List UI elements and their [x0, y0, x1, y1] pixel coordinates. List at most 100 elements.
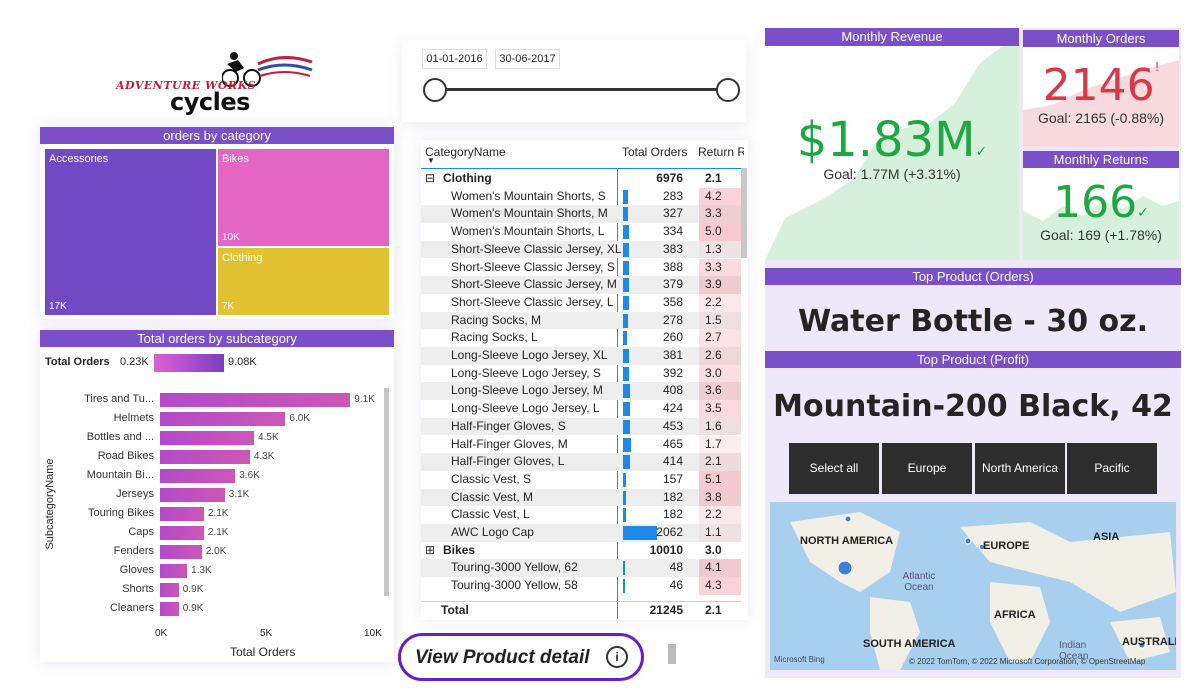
x-tick: 10K — [364, 628, 382, 639]
slider-start-handle[interactable] — [423, 78, 447, 102]
table-row[interactable]: Long-Sleeve Logo Jersey, S 392 3.0 — [421, 364, 741, 383]
bar[interactable] — [160, 393, 351, 407]
map-label: AUSTRALIA — [1122, 636, 1176, 648]
table-row[interactable]: Long-Sleeve Logo Jersey, L 424 3.5 — [421, 400, 741, 418]
table-row[interactable]: Short-Sleeve Classic Jersey, S 388 3.3 — [421, 258, 741, 277]
bar-category-label: Shorts — [122, 583, 154, 595]
table-row[interactable]: Short-Sleeve Classic Jersey, L 358 2.2 — [421, 293, 741, 312]
bar[interactable] — [160, 564, 188, 578]
revenue-title: Monthly Revenue — [765, 28, 1019, 46]
bar[interactable] — [160, 431, 255, 445]
table-row[interactable]: Half-Finger Gloves, L 414 2.1 — [421, 453, 741, 471]
legend-min: 0.23K — [120, 356, 149, 368]
region-button-select-all[interactable]: Select all — [789, 443, 879, 494]
bar[interactable] — [160, 488, 225, 502]
treemap-tile-clothing[interactable]: Clothing 7K — [218, 248, 389, 315]
bar[interactable] — [160, 507, 204, 521]
cell-return-rate: 3.6 — [705, 383, 722, 398]
end-date-input[interactable]: 30-06-2017 — [495, 49, 560, 69]
region-button-north-america[interactable]: North America — [975, 443, 1065, 494]
slider-track — [435, 88, 728, 91]
bar-category-label: Caps — [128, 526, 154, 538]
cell-return-rate: 1.7 — [705, 436, 722, 451]
bar-category-label: Bottles and ... — [86, 431, 154, 443]
table-group-row[interactable]: ⊞ Bikes 10010 3.0 — [421, 542, 741, 560]
table-row[interactable]: Women's Mountain Shorts, L 334 5.0 — [421, 223, 741, 241]
total-label: Total — [441, 603, 469, 617]
map-label: AFRICA — [994, 609, 1036, 621]
scroll-handle[interactable] — [668, 644, 676, 664]
start-date-input[interactable]: 01-01-2016 — [422, 49, 487, 69]
date-range-slicer[interactable]: 01-01-2016 30-06-2017 — [402, 40, 746, 122]
table-row[interactable]: Women's Mountain Shorts, M 327 3.3 — [421, 205, 741, 224]
table-row[interactable]: Racing Socks, M 278 1.5 — [421, 311, 741, 330]
vertical-scrollbar[interactable] — [741, 168, 747, 258]
returns-value: 166✓ — [1053, 177, 1149, 228]
treemap-value: 10K — [222, 232, 240, 243]
map-label: EUROPE — [983, 540, 1030, 552]
top-product-orders-card: Top Product (Orders) Water Bottle - 30 o… — [765, 268, 1181, 348]
bar-value-label: 3.6K — [239, 470, 260, 481]
bar[interactable] — [160, 412, 286, 426]
bar[interactable] — [160, 469, 236, 483]
bar-value-label: 3.1K — [228, 489, 250, 500]
cell-return-rate: 3.3 — [705, 259, 722, 274]
bar[interactable] — [160, 526, 204, 540]
table-row[interactable]: Half-Finger Gloves, M 465 1.7 — [421, 435, 741, 454]
table-row[interactable]: Touring-3000 Yellow, 62 48 4.1 — [421, 559, 741, 578]
map-label: SOUTH AMERICA — [863, 638, 956, 650]
subcategory-bar-chart: Total orders by subcategory Total Orders… — [40, 330, 394, 662]
bar[interactable] — [160, 450, 250, 464]
bar-category-label: Fenders — [113, 545, 154, 557]
bar[interactable] — [160, 602, 179, 616]
table-row[interactable]: AWC Logo Cap 2062 1.1 — [421, 524, 741, 542]
view-product-detail-button[interactable]: View Product detail i — [398, 633, 644, 681]
table-row[interactable]: Touring-3000 Yellow, 58 46 4.3 — [421, 577, 741, 595]
table-row[interactable]: Racing Socks, L 260 2.7 — [421, 329, 741, 347]
orders-value: 2146! — [1042, 60, 1160, 111]
bar-value-label: 2.0K — [205, 546, 227, 557]
table-row[interactable]: Short-Sleeve Classic Jersey, M 379 3.9 — [421, 276, 741, 294]
table-row[interactable]: Short-Sleeve Classic Jersey, XL 383 1.3 — [421, 240, 741, 259]
cell-name: Half-Finger Gloves, M — [451, 436, 568, 451]
table-row[interactable]: Classic Vest, S 157 5.1 — [421, 470, 741, 489]
table-row[interactable]: Long-Sleeve Logo Jersey, XL 381 2.6 — [421, 347, 741, 365]
bar[interactable] — [160, 583, 179, 597]
cell-orders: 381 — [662, 348, 683, 362]
bar[interactable] — [160, 545, 202, 559]
header-total-orders[interactable]: Total Orders — [622, 145, 687, 159]
region-button-europe[interactable]: Europe — [882, 443, 972, 494]
table-row[interactable]: Classic Vest, M 182 3.8 — [421, 488, 741, 507]
header-category[interactable]: CategoryName — [425, 145, 506, 159]
total-orders: 21245 — [649, 603, 683, 617]
table-row[interactable]: Classic Vest, L 182 2.2 — [421, 506, 741, 524]
cell-return-rate: 3.5 — [705, 401, 722, 416]
table-row[interactable]: Long-Sleeve Logo Jersey, M 408 3.6 — [421, 382, 741, 401]
scrollbar[interactable] — [384, 388, 389, 596]
treemap-value: 7K — [222, 301, 235, 312]
top-product-profit-card: Top Product (Profit) Mountain-200 Black,… — [765, 351, 1181, 431]
slider-end-handle[interactable] — [716, 78, 740, 102]
table-group-row[interactable]: ⊟ Clothing 6976 2.1 — [421, 170, 741, 188]
cell-orders: 283 — [662, 188, 683, 203]
treemap-tile-bikes[interactable]: Bikes 10K — [218, 149, 389, 246]
header-return-rate[interactable]: Return R — [698, 145, 744, 159]
expand-collapse-icon[interactable]: ⊟ — [425, 170, 435, 188]
table-row[interactable]: Women's Mountain Shorts, S 283 4.2 — [421, 187, 741, 206]
bar-value-label: 2.1K — [207, 527, 229, 538]
header-divider — [421, 168, 741, 169]
bar-category-label: Touring Bikes — [87, 507, 154, 519]
map-label: ASIA — [1093, 531, 1120, 543]
treemap-tile-accessories[interactable]: Accessories 17K — [45, 149, 216, 315]
region-button-pacific[interactable]: Pacific — [1067, 443, 1157, 494]
expand-collapse-icon[interactable]: ⊞ — [425, 542, 435, 560]
map-copyright: © 2022 TomTom, © 2022 Microsoft Corporat… — [909, 657, 1146, 666]
table-row[interactable]: Half-Finger Gloves, S 453 1.6 — [421, 417, 741, 436]
info-icon: i — [606, 646, 628, 668]
cell-name: Women's Mountain Shorts, S — [451, 188, 606, 203]
cell-return-rate: 1.1 — [705, 525, 722, 539]
sales-map[interactable]: NORTH AMERICA EUROPE ASIA Atlantic Ocean… — [770, 502, 1176, 670]
cell-return-rate: 4.1 — [705, 560, 722, 575]
cell-orders: 182 — [662, 507, 683, 522]
cell-return-rate: 2.1 — [705, 454, 722, 469]
